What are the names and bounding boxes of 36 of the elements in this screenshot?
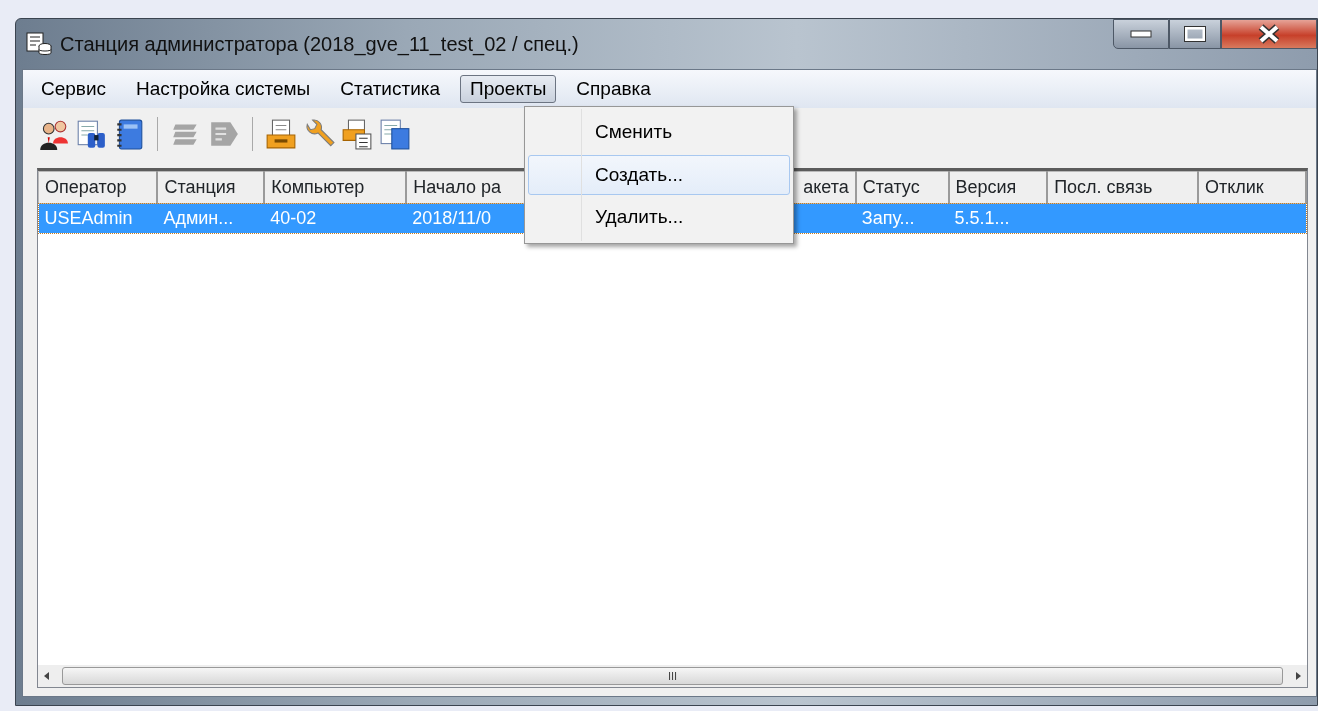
table-cell: Админ...	[163, 208, 234, 228]
maximize-icon	[1184, 26, 1206, 42]
scrollbar-thumb[interactable]: III	[62, 667, 1283, 685]
grip-text: III	[667, 670, 678, 682]
app-icon	[26, 32, 52, 56]
tray-list-icon[interactable]	[341, 118, 373, 150]
column-header[interactable]: Отклик	[1197, 171, 1306, 204]
close-button[interactable]	[1221, 19, 1317, 49]
menu-option[interactable]: Сменить	[528, 112, 790, 153]
menu-item[interactable]: Проекты	[460, 74, 557, 104]
menu-item[interactable]: Сервис	[31, 74, 117, 104]
column-header[interactable]: Статус	[855, 171, 949, 204]
menu-item[interactable]: Статистика	[330, 74, 451, 104]
menu-item[interactable]: Настройка системы	[126, 74, 321, 104]
binoculars-icon[interactable]	[75, 118, 107, 150]
table-cell: 40-02	[270, 208, 317, 228]
table-cell: 2018/11/0	[412, 208, 491, 228]
table-cell: USEAdmin	[44, 208, 133, 228]
minimize-icon	[1130, 30, 1152, 38]
maximize-button[interactable]	[1169, 19, 1221, 49]
column-header[interactable]: Посл. связь	[1047, 171, 1198, 204]
windows-icon[interactable]	[379, 118, 411, 150]
people-icon[interactable]	[37, 118, 69, 150]
horizontal-scrollbar[interactable]: III	[38, 665, 1307, 687]
close-icon	[1257, 24, 1281, 44]
tray-icon[interactable]	[265, 118, 297, 150]
column-header[interactable]: Версия	[948, 171, 1048, 204]
column-header[interactable]: Станция	[157, 171, 265, 204]
menu-option[interactable]: Создать...	[528, 154, 790, 195]
menu-item[interactable]: Справка	[566, 74, 661, 104]
column-header[interactable]: Компьютер	[264, 171, 407, 204]
table-cell: 5.5.1...	[954, 208, 1010, 228]
window-title: Станция администратора (2018_gve_11_test_02 / спец.)	[60, 32, 579, 58]
table-cell: Запу...	[861, 208, 915, 228]
minimize-button[interactable]	[1113, 19, 1169, 49]
column-header[interactable]: Оператор	[38, 171, 158, 204]
